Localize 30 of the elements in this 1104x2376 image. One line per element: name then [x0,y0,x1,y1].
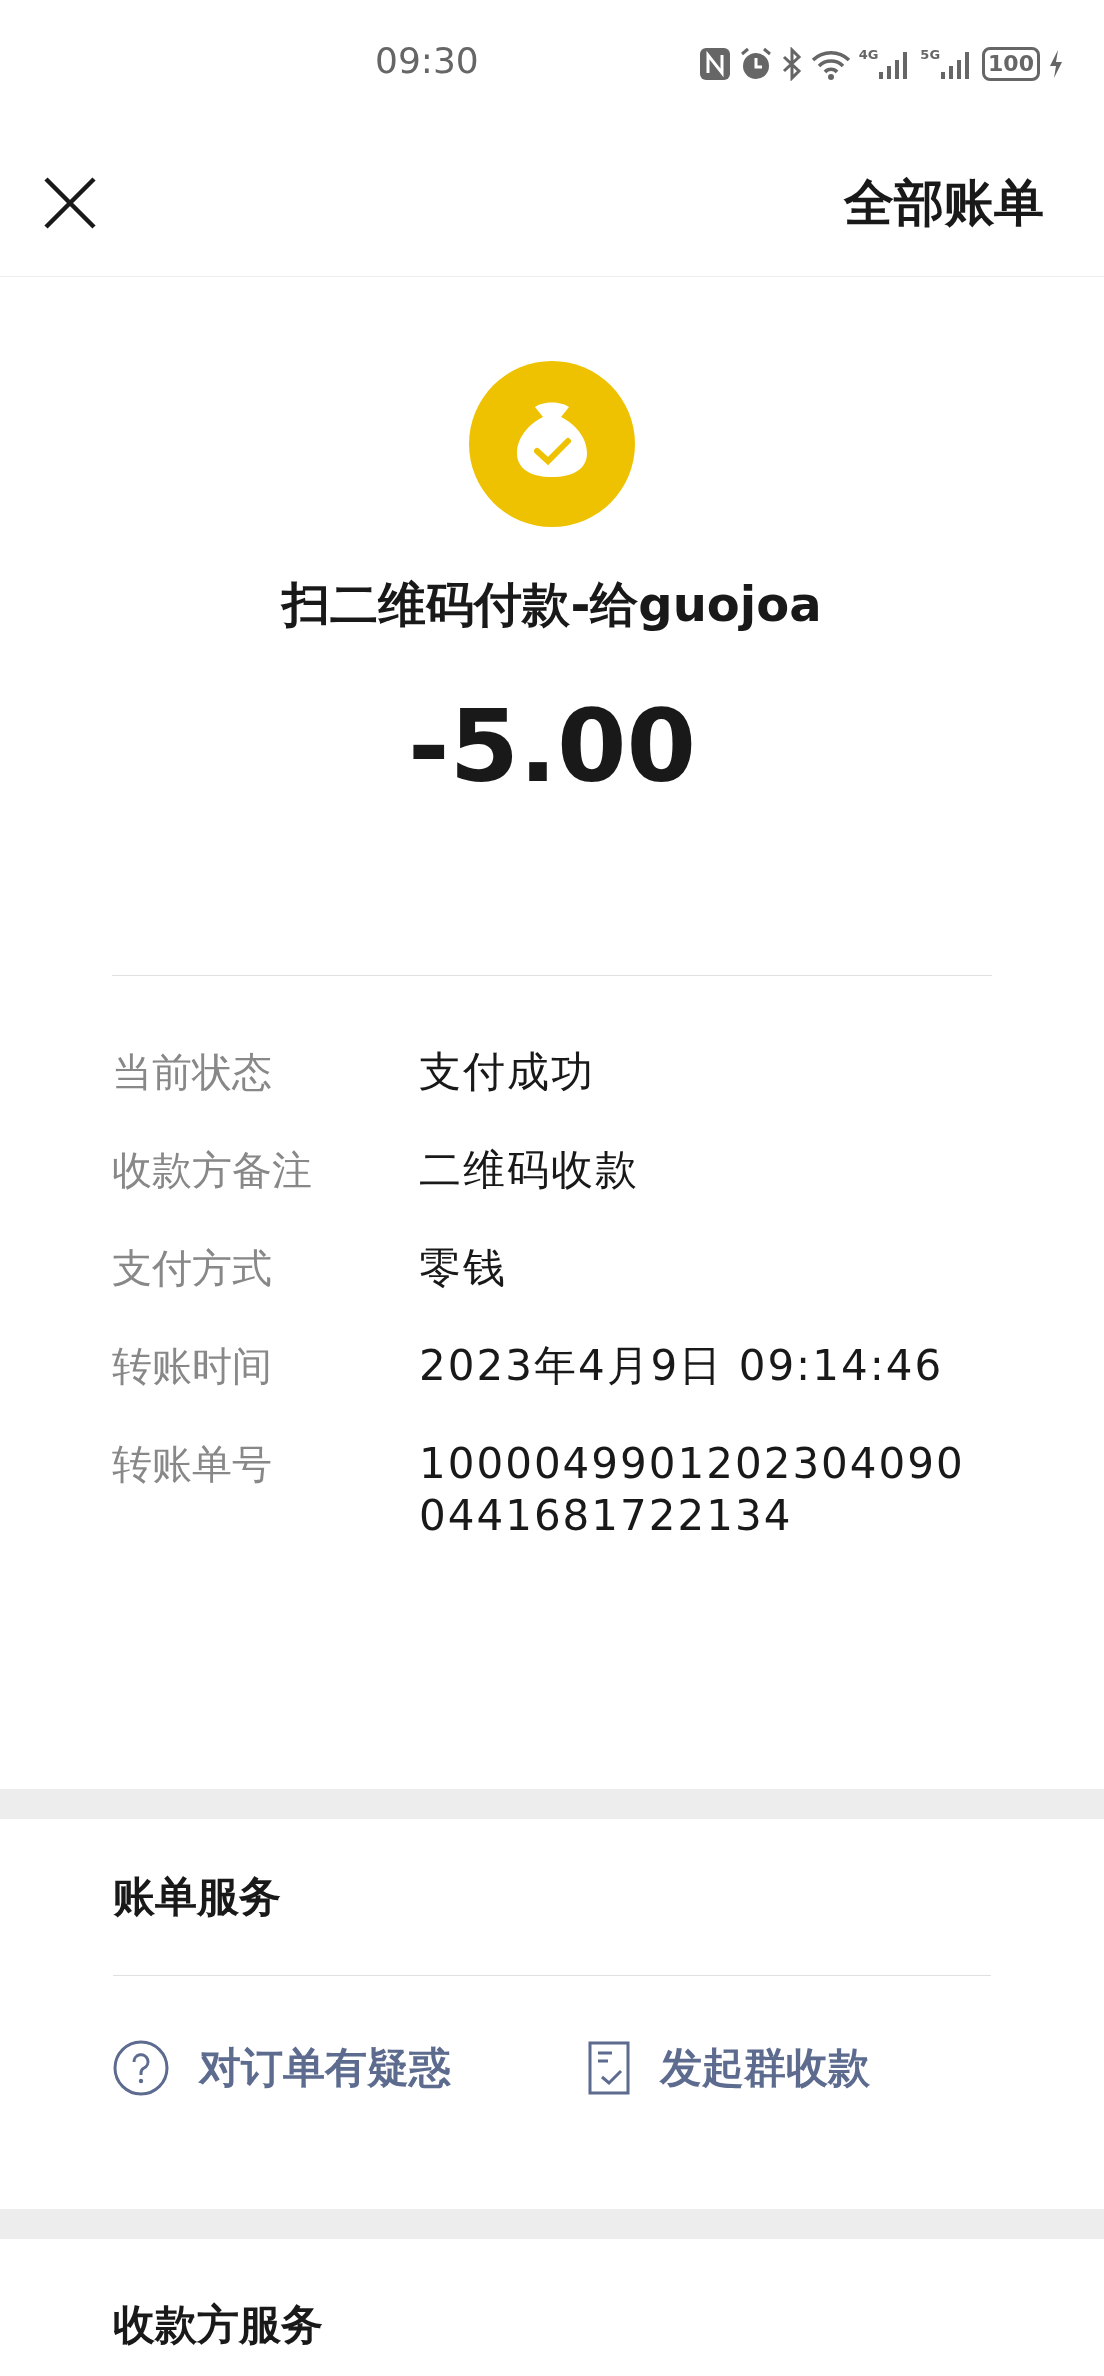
group-collect-link[interactable]: 发起群收款 [588,2040,870,2096]
detail-label: 转账时间 [112,1342,273,1391]
detail-value: 零钱 [419,1242,508,1294]
payment-title: 扫二维码付款-给guojoa [282,575,822,634]
section-title: 收款方服务 [113,2299,323,2351]
help-icon [113,2040,169,2096]
bluetooth-icon [780,47,803,81]
all-bills-link[interactable]: 全部账单 [844,169,1044,237]
battery-level: 100 [982,47,1040,81]
order-question-link[interactable]: 对订单有疑惑 [113,2040,588,2096]
detail-value: 二维码收款 [419,1144,640,1196]
detail-label: 收款方备注 [112,1146,313,1195]
nfc-icon [698,47,731,81]
network-type: 4G [858,48,879,61]
detail-value: 10000499012023040900441681722134 [419,1438,966,1542]
network-type: 5G [920,48,941,61]
charging-icon [1048,49,1064,79]
detail-label: 转账单号 [112,1440,273,1489]
section-title: 账单服务 [113,1871,282,1923]
money-bag-icon [469,361,635,527]
checklist-icon [588,2041,630,2095]
alarm-icon [738,47,773,81]
detail-label: 支付方式 [112,1244,273,1293]
detail-label: 当前状态 [112,1048,273,1097]
detail-value: 支付成功 [419,1046,596,1098]
clock-time: 09:30 [375,40,479,81]
payment-amount: -5.00 [407,697,697,797]
detail-value: 2023年4月9日 09:14:46 [419,1340,945,1392]
wifi-icon [810,48,851,80]
close-button[interactable] [44,177,96,229]
